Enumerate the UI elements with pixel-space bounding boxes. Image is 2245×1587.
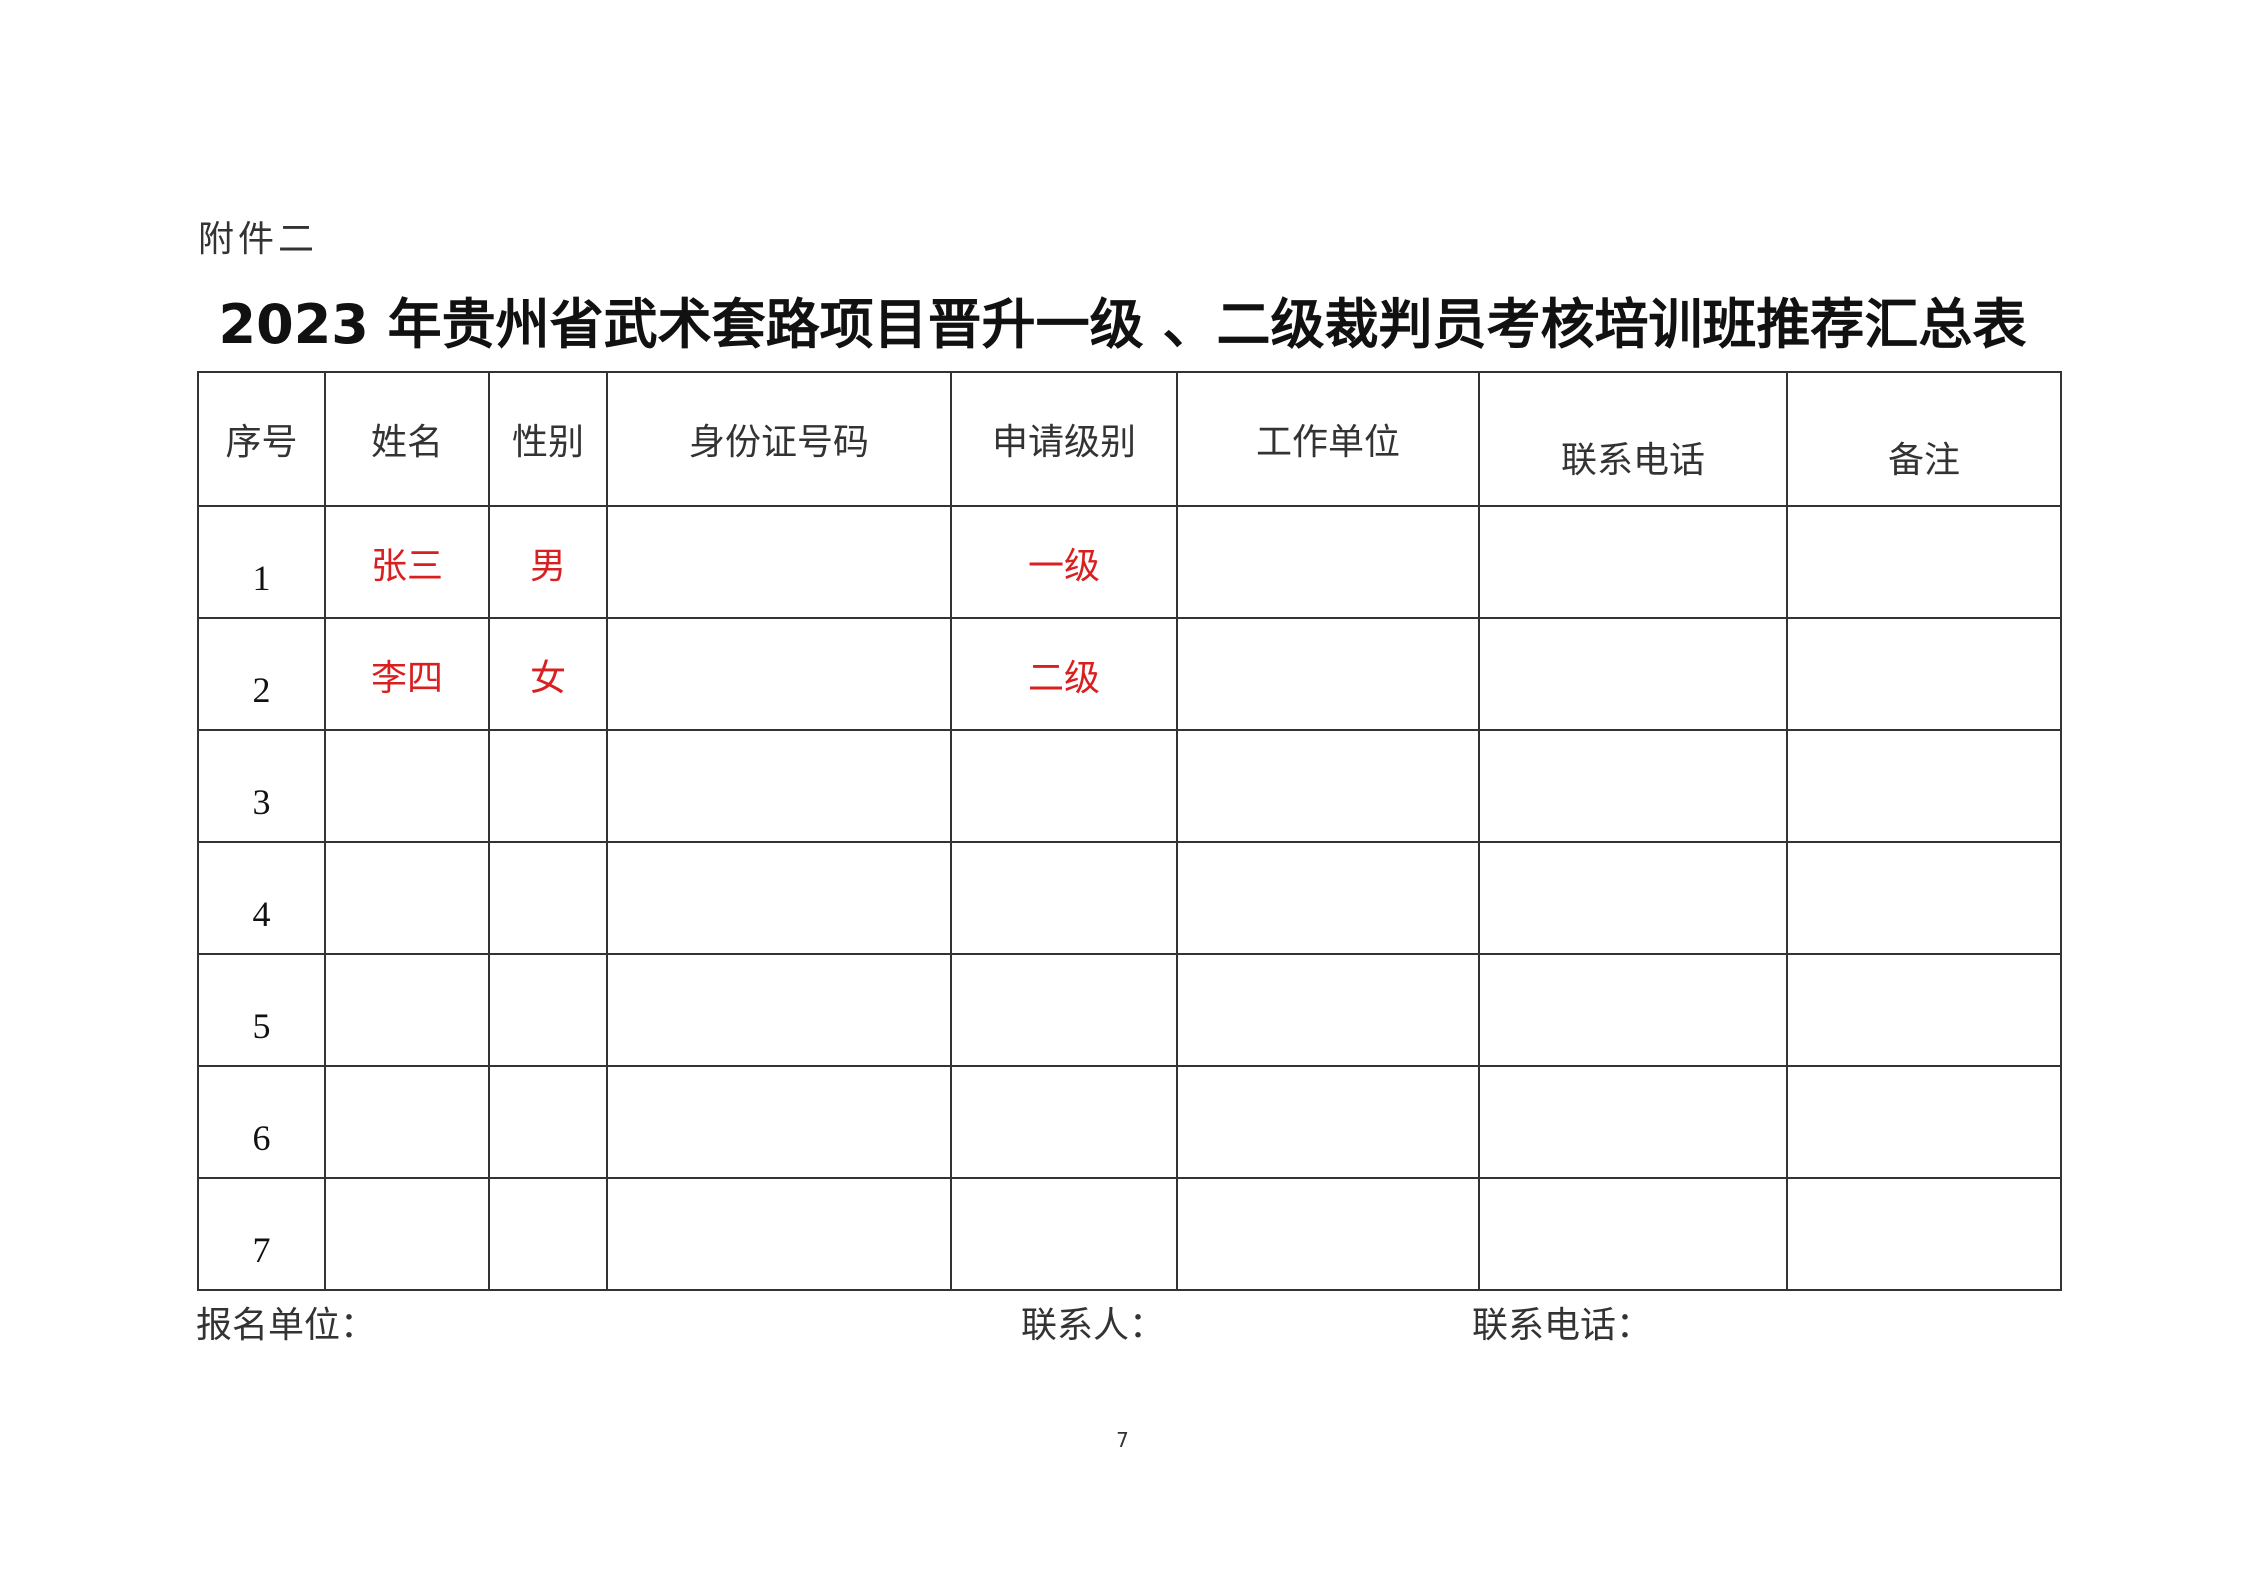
header-note: 备注: [1786, 371, 2062, 507]
cell-level[interactable]: [950, 729, 1178, 843]
footer-contact-label: 联系人：: [1021, 1305, 1166, 1346]
level-value: 一级: [1027, 546, 1100, 587]
cell-note[interactable]: [1786, 1065, 2062, 1179]
cell-gender[interactable]: [488, 1177, 608, 1291]
cell-note[interactable]: [1786, 841, 2062, 955]
cell-work-unit[interactable]: [1176, 841, 1480, 955]
cell-phone[interactable]: [1478, 841, 1788, 955]
header-id-number: 身份证号码: [606, 371, 952, 507]
cell-phone[interactable]: [1478, 505, 1788, 619]
cell-name[interactable]: [324, 729, 490, 843]
cell-note[interactable]: [1786, 505, 2062, 619]
cell-note[interactable]: [1786, 1177, 2062, 1291]
table-row: 5: [197, 953, 2062, 1067]
level-value: 二级: [1027, 658, 1100, 699]
cell-work-unit[interactable]: [1176, 617, 1480, 731]
cell-level[interactable]: [950, 1177, 1178, 1291]
cell-level[interactable]: [950, 1065, 1178, 1179]
cell-gender[interactable]: [488, 841, 608, 955]
cell-work-unit[interactable]: [1176, 1065, 1480, 1179]
cell-seq: 5: [197, 953, 326, 1067]
cell-level[interactable]: [950, 841, 1178, 955]
cell-phone[interactable]: [1478, 1177, 1788, 1291]
header-seq: 序号: [197, 371, 326, 507]
cell-note[interactable]: [1786, 617, 2062, 731]
cell-name[interactable]: 张三: [324, 505, 490, 619]
header-phone: 联系电话: [1478, 371, 1788, 507]
cell-id-number[interactable]: [606, 505, 952, 619]
header-gender: 性别: [488, 371, 608, 507]
cell-gender[interactable]: 男: [488, 505, 608, 619]
seq-value: 1: [252, 558, 271, 598]
name-value: 张三: [370, 546, 443, 587]
cell-level[interactable]: 一级: [950, 505, 1178, 619]
name-value: 李四: [370, 658, 443, 699]
footer-unit-label: 报名单位：: [196, 1305, 377, 1346]
cell-id-number[interactable]: [606, 1065, 952, 1179]
cell-gender[interactable]: 女: [488, 617, 608, 731]
seq-value: 3: [252, 782, 271, 822]
cell-name[interactable]: 李四: [324, 617, 490, 731]
header-work-unit: 工作单位: [1176, 371, 1480, 507]
table-row: 7: [197, 1177, 2062, 1291]
cell-seq: 1: [197, 505, 326, 619]
cell-id-number[interactable]: [606, 617, 952, 731]
cell-seq: 2: [197, 617, 326, 731]
cell-name[interactable]: [324, 1177, 490, 1291]
header-name: 姓名: [324, 371, 490, 507]
cell-phone[interactable]: [1478, 729, 1788, 843]
recommendation-table: 序号 姓名 性别 身份证号码 申请级别 工作单位 联系电话 备注 1 张三 男 …: [197, 371, 2062, 1291]
seq-value: 5: [252, 1006, 271, 1046]
seq-value: 7: [252, 1230, 271, 1270]
document-title: 2023 年贵州省武术套路项目晋升一级 、二级裁判员考核培训班推荐汇总表: [218, 293, 2027, 356]
attachment-label: 附件二: [198, 219, 319, 260]
cell-work-unit[interactable]: [1176, 729, 1480, 843]
header-level: 申请级别: [950, 371, 1178, 507]
cell-gender[interactable]: [488, 953, 608, 1067]
cell-gender[interactable]: [488, 1065, 608, 1179]
cell-phone[interactable]: [1478, 617, 1788, 731]
cell-id-number[interactable]: [606, 841, 952, 955]
cell-id-number[interactable]: [606, 729, 952, 843]
cell-seq: 7: [197, 1177, 326, 1291]
cell-name[interactable]: [324, 841, 490, 955]
cell-id-number[interactable]: [606, 953, 952, 1067]
cell-work-unit[interactable]: [1176, 505, 1480, 619]
table-header-row: 序号 姓名 性别 身份证号码 申请级别 工作单位 联系电话 备注: [197, 371, 2062, 507]
gender-value: 女: [529, 658, 566, 699]
footer-phone-label: 联系电话：: [1472, 1305, 1653, 1346]
page-number: 7: [1116, 1428, 1129, 1452]
cell-id-number[interactable]: [606, 1177, 952, 1291]
seq-value: 2: [252, 670, 271, 710]
cell-phone[interactable]: [1478, 953, 1788, 1067]
cell-phone[interactable]: [1478, 1065, 1788, 1179]
cell-work-unit[interactable]: [1176, 1177, 1480, 1291]
cell-note[interactable]: [1786, 953, 2062, 1067]
table-row: 3: [197, 729, 2062, 843]
cell-level[interactable]: 二级: [950, 617, 1178, 731]
cell-seq: 3: [197, 729, 326, 843]
cell-gender[interactable]: [488, 729, 608, 843]
table-row: 2 李四 女 二级: [197, 617, 2062, 731]
seq-value: 6: [252, 1118, 271, 1158]
seq-value: 4: [252, 894, 271, 934]
cell-work-unit[interactable]: [1176, 953, 1480, 1067]
cell-level[interactable]: [950, 953, 1178, 1067]
cell-name[interactable]: [324, 1065, 490, 1179]
table-row: 4: [197, 841, 2062, 955]
cell-name[interactable]: [324, 953, 490, 1067]
cell-seq: 6: [197, 1065, 326, 1179]
cell-seq: 4: [197, 841, 326, 955]
cell-note[interactable]: [1786, 729, 2062, 843]
table-row: 1 张三 男 一级: [197, 505, 2062, 619]
gender-value: 男: [529, 546, 566, 587]
table-row: 6: [197, 1065, 2062, 1179]
